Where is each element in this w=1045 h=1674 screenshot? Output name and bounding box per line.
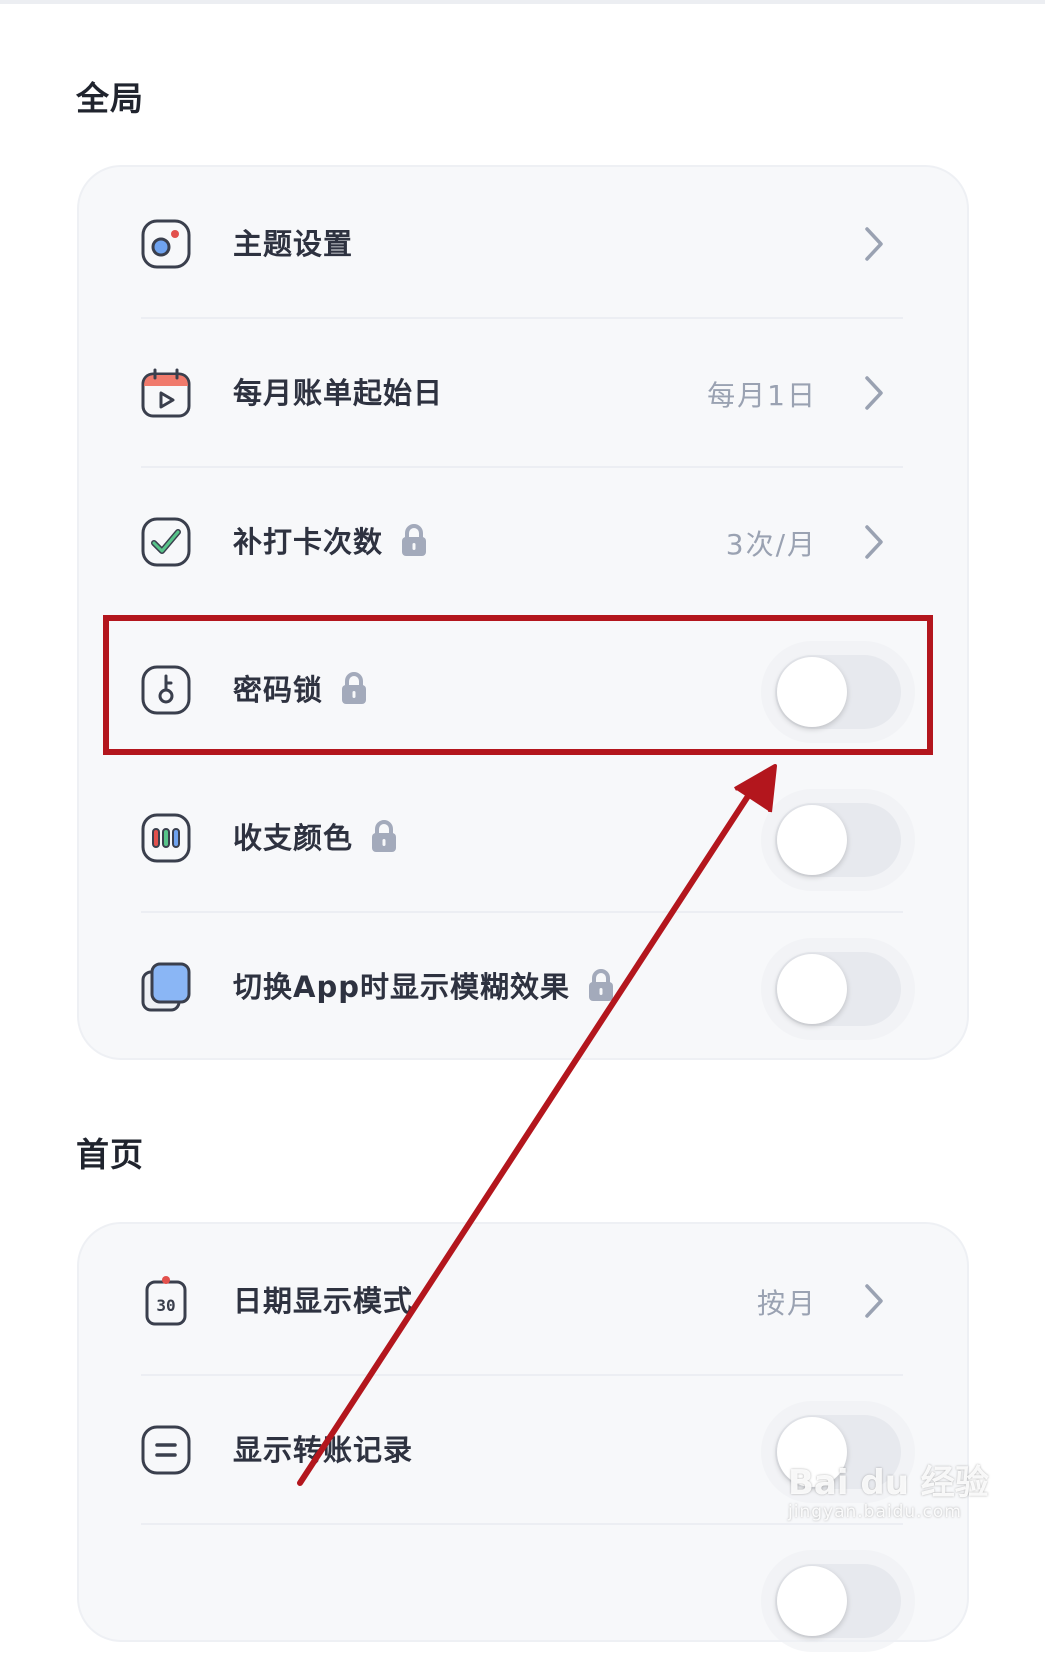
toggle-knob: [777, 805, 847, 875]
lock-icon: [588, 969, 613, 1001]
income-color-toggle[interactable]: [775, 803, 901, 877]
section-title-home: 首页: [76, 1135, 144, 1174]
settings-label: 日期显示模式: [233, 1284, 414, 1318]
chevron-right-icon: [865, 1284, 883, 1318]
chevron-right-icon: [865, 525, 883, 559]
settings-label: 每月账单起始日: [233, 376, 444, 410]
calendar-icon: [141, 368, 191, 418]
checkmark-icon: [141, 517, 191, 567]
settings-row-theme[interactable]: 主题设置: [79, 169, 967, 319]
lock-icon: [402, 524, 427, 556]
toggle-knob: [777, 1566, 847, 1636]
color-bars-icon: [141, 813, 191, 863]
toggle-knob: [777, 657, 847, 727]
blur-on-switch-toggle[interactable]: [775, 952, 901, 1026]
settings-row-blur-on-switch[interactable]: 切换App时显示模糊效果: [79, 912, 967, 1062]
settings-row-billing-start[interactable]: 每月账单起始日 每月1日: [79, 318, 967, 468]
settings-value: 按月: [756, 1287, 817, 1320]
home-settings-card: 30 日期显示模式 按月 显示转账记录: [77, 1222, 969, 1642]
svg-text:30: 30: [156, 1296, 175, 1315]
settings-label: 收支颜色: [233, 815, 397, 857]
settings-label: 补打卡次数: [233, 519, 427, 561]
top-border: [0, 0, 1045, 4]
toggle-knob: [777, 954, 847, 1024]
calendar-30-icon: 30: [145, 1276, 187, 1326]
chevron-right-icon: [865, 376, 883, 410]
equals-icon: [141, 1425, 191, 1475]
palette-icon: [141, 219, 191, 269]
settings-row-date-mode[interactable]: 30 日期显示模式 按月: [79, 1226, 967, 1376]
blur-layers-icon: [141, 962, 191, 1012]
settings-label: 显示转账记录: [233, 1433, 414, 1467]
partial-toggle[interactable]: [775, 1564, 901, 1638]
settings-row-makeup-checkin[interactable]: 补打卡次数 3次/月: [79, 467, 967, 617]
settings-label: 主题设置: [233, 227, 354, 261]
lock-icon: [342, 672, 367, 704]
chevron-right-icon: [865, 227, 883, 261]
settings-value: 3次/月: [725, 528, 817, 561]
key-icon: [141, 665, 191, 715]
password-lock-toggle[interactable]: [775, 655, 901, 729]
settings-label: 密码锁: [233, 667, 367, 709]
global-settings-card: 主题设置 每月账单起始日 每月1日 补打卡次数 3次/月 密码锁 收支颜色 切换…: [77, 165, 969, 1060]
settings-row-partial[interactable]: [79, 1524, 967, 1674]
settings-row-income-color[interactable]: 收支颜色: [79, 763, 967, 913]
section-title-global: 全局: [76, 79, 144, 118]
settings-row-password-lock[interactable]: 密码锁: [79, 615, 967, 765]
settings-label: 切换App时显示模糊效果: [233, 964, 614, 1006]
settings-value: 每月1日: [707, 379, 817, 412]
baidu-watermark: Bai du 经验 jingyan.baidu.com: [788, 1463, 989, 1522]
lock-icon: [372, 820, 397, 852]
